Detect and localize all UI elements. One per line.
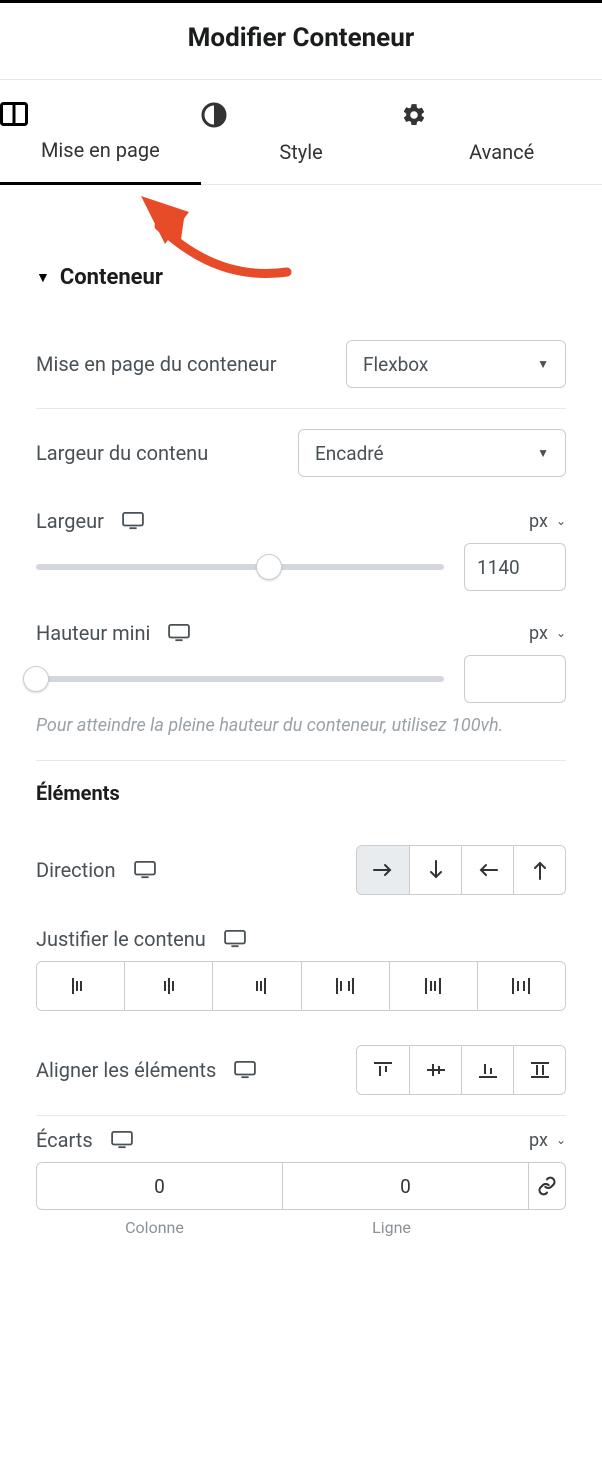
row-width-header: Largeur px ⌄ <box>36 497 566 537</box>
heading-elements: Éléments <box>36 781 120 805</box>
justify-center[interactable] <box>124 962 212 1010</box>
label-container-layout: Mise en page du conteneur <box>36 352 277 376</box>
label-justify: Justifier le contenu <box>36 927 206 951</box>
section-title: Conteneur <box>60 265 163 290</box>
slider-thumb[interactable] <box>23 666 49 692</box>
select-content-width[interactable]: Encadré ▼ <box>298 429 566 477</box>
chevron-down-icon: ⌄ <box>556 514 566 528</box>
tab-advanced[interactable]: Avancé <box>401 80 602 184</box>
panel-header: Modifier Conteneur <box>0 0 602 79</box>
justify-start[interactable] <box>37 962 124 1010</box>
input-gap-row[interactable] <box>282 1162 528 1210</box>
responsive-icon[interactable] <box>122 512 144 530</box>
align-center[interactable] <box>409 1046 461 1094</box>
row-minheight-header: Hauteur mini px ⌄ <box>36 609 566 649</box>
slider-minheight[interactable] <box>36 676 444 682</box>
tabs: Mise en page Style Avancé <box>0 79 602 185</box>
contrast-icon <box>201 102 402 128</box>
unit-select-gaps[interactable]: px ⌄ <box>529 1130 566 1151</box>
direction-column[interactable] <box>409 846 461 894</box>
justify-space-between[interactable] <box>301 962 389 1010</box>
slider-width[interactable] <box>36 564 444 570</box>
unit-select-width[interactable]: px ⌄ <box>529 511 566 532</box>
responsive-icon[interactable] <box>168 624 190 642</box>
label-align: Aligner les éléments <box>36 1058 216 1082</box>
link-values-toggle[interactable] <box>528 1162 566 1210</box>
chevron-down-icon: ▼ <box>537 357 549 371</box>
tab-label: Avancé <box>469 140 534 164</box>
label-width: Largeur <box>36 509 104 533</box>
caret-down-icon: ▼ <box>36 269 50 286</box>
justify-space-around[interactable] <box>389 962 477 1010</box>
sublabel-column: Colonne <box>36 1218 273 1237</box>
panel-body: ▼ Conteneur Mise en page du conteneur Fl… <box>0 185 602 1257</box>
row-elements-heading: Éléments <box>36 761 566 825</box>
chevron-down-icon: ▼ <box>537 446 549 460</box>
responsive-icon[interactable] <box>224 930 246 948</box>
label-gaps: Écarts <box>36 1128 93 1152</box>
row-align: Aligner les éléments <box>36 1025 566 1115</box>
justify-space-evenly[interactable] <box>477 962 565 1010</box>
responsive-icon[interactable] <box>111 1131 133 1149</box>
label-direction: Direction <box>36 858 116 882</box>
direction-group <box>356 845 566 895</box>
tab-label: Mise en page <box>41 138 160 162</box>
direction-row-reverse[interactable] <box>461 846 513 894</box>
row-content-width: Largeur du contenu Encadré ▼ <box>36 409 566 497</box>
responsive-icon[interactable] <box>234 1061 256 1079</box>
input-width[interactable] <box>464 543 566 591</box>
justify-group <box>36 961 566 1011</box>
responsive-icon[interactable] <box>134 861 156 879</box>
row-gaps-header: Écarts px ⌄ <box>36 1116 566 1156</box>
label-minheight: Hauteur mini <box>36 621 150 645</box>
gear-icon <box>401 102 602 128</box>
row-justify-header: Justifier le contenu <box>36 915 566 955</box>
tab-style[interactable]: Style <box>201 80 402 184</box>
gaps-inputs <box>36 1162 566 1210</box>
input-gap-column[interactable] <box>36 1162 282 1210</box>
hint-minheight: Pour atteindre la pleine hauteur du cont… <box>36 713 566 738</box>
gaps-sublabels: Colonne Ligne <box>36 1218 566 1237</box>
select-value: Encadré <box>315 442 384 465</box>
chevron-down-icon: ⌄ <box>556 626 566 640</box>
unit-value: px <box>529 623 548 644</box>
tab-label: Style <box>279 140 322 164</box>
sublabel-row: Ligne <box>273 1218 510 1237</box>
justify-end[interactable] <box>212 962 300 1010</box>
chevron-down-icon: ⌄ <box>556 1133 566 1147</box>
section-toggle-conteneur[interactable]: ▼ Conteneur <box>36 265 566 290</box>
unit-value: px <box>529 1130 548 1151</box>
label-content-width: Largeur du contenu <box>36 441 208 465</box>
select-container-layout[interactable]: Flexbox ▼ <box>346 340 566 388</box>
direction-row[interactable] <box>357 846 409 894</box>
panel-title: Modifier Conteneur <box>0 23 602 53</box>
align-stretch[interactable] <box>513 1046 565 1094</box>
align-start[interactable] <box>357 1046 409 1094</box>
layout-icon <box>0 102 201 126</box>
align-end[interactable] <box>461 1046 513 1094</box>
row-container-layout: Mise en page du conteneur Flexbox ▼ <box>36 320 566 408</box>
select-value: Flexbox <box>363 353 428 376</box>
unit-value: px <box>529 511 548 532</box>
row-direction: Direction <box>36 825 566 915</box>
align-group <box>356 1045 566 1095</box>
tab-layout[interactable]: Mise en page <box>0 80 201 184</box>
input-minheight[interactable] <box>464 655 566 703</box>
direction-column-reverse[interactable] <box>513 846 565 894</box>
unit-select-minheight[interactable]: px ⌄ <box>529 623 566 644</box>
slider-thumb[interactable] <box>256 554 282 580</box>
